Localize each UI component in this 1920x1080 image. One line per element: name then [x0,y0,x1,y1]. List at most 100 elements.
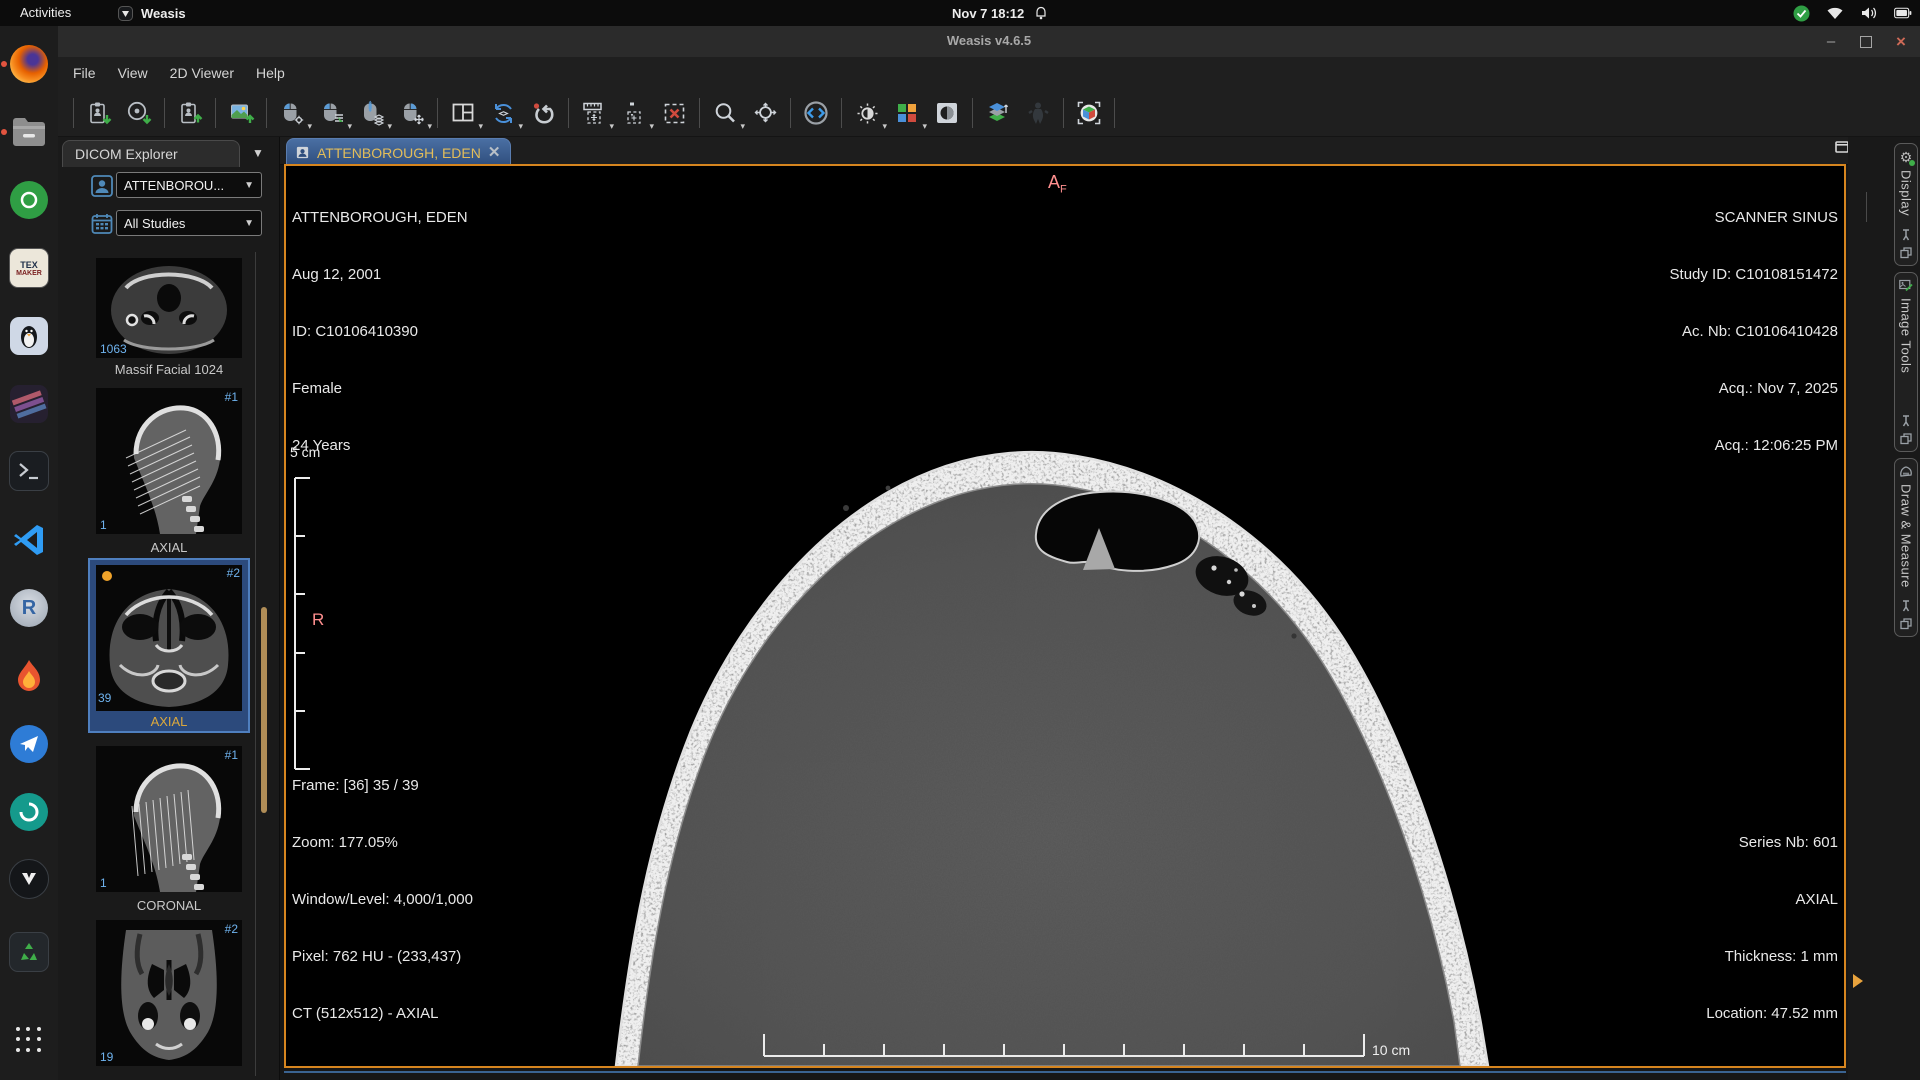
menu-help[interactable]: Help [245,57,296,90]
vertical-ruler-label: 5 cm [290,444,320,460]
menu-2d-viewer[interactable]: 2D Viewer [159,57,245,90]
thumbnail-image [96,746,242,892]
crosshair-button[interactable] [796,93,836,133]
thumbnail-series-badge: #1 [225,748,238,762]
mouse-middle-series-scroll-button[interactable] [352,93,392,133]
screen: Activities Weasis Nov 7 18:12 [0,0,1920,1080]
gnome-top-bar: Activities Weasis Nov 7 18:12 [0,0,1920,26]
orientation-marker-anterior: AF [1048,172,1067,196]
detach-window-icon [1900,618,1912,630]
export-image-button[interactable] [221,93,261,133]
window-titlebar[interactable]: Weasis v4.6.5 – × [58,26,1920,58]
dicom-explorer-header[interactable]: DICOM Explorer [62,140,240,167]
window-level-presets-button[interactable] [847,93,887,133]
texmaker-text: TEX [20,260,38,270]
dock-recycle-app-icon[interactable] [8,931,50,973]
menu-bar: File View 2D Viewer Help [58,57,1920,90]
tab-display[interactable]: ⚙ Display [1894,143,1918,266]
detach-window-icon [1900,247,1912,259]
tab-draw-measure[interactable]: Draw & Measure [1894,458,1918,637]
minimize-button[interactable]: – [1822,33,1840,51]
pin-icon [1900,229,1912,241]
menu-file[interactable]: File [62,57,107,90]
panel-expand-arrow-icon[interactable] [1853,974,1863,988]
tab-close-icon[interactable]: ✕ [488,146,501,160]
dock-stripes-app-icon[interactable] [8,383,50,425]
system-status-area[interactable] [1792,0,1912,26]
thumbnail-frame-count: 1 [100,876,107,890]
dock-tux-app-icon[interactable] [8,315,50,357]
measurement-tools-button[interactable] [574,93,614,133]
volume-icon [1860,4,1878,22]
thumbnail-frame-count: 19 [100,1050,113,1064]
explorer-scrollbar-track[interactable] [255,252,256,1076]
series-thumbnail[interactable]: #2 19 [96,920,242,1066]
panel-splitter-grip[interactable] [1866,192,1867,222]
studies-select[interactable]: All Studies▼ [116,210,262,236]
maximize-button[interactable] [1857,33,1875,51]
pin-icon [1900,415,1912,427]
layout-button[interactable] [443,93,483,133]
dock-firefox-icon[interactable] [8,43,50,85]
draw-tools-button[interactable] [614,93,654,133]
dock-files-icon[interactable] [8,111,50,153]
pan-view-button[interactable] [745,93,785,133]
patient-tab-icon [295,145,310,160]
lut-button[interactable] [887,93,927,133]
mouse-left-window-level-button[interactable] [272,93,312,133]
dock-teal-app-icon[interactable] [8,791,50,833]
patient-select[interactable]: ATTENBOROU...▼ [116,172,262,198]
dock-texmaker-icon[interactable]: TEX MAKER [8,247,50,289]
delete-measurements-button[interactable] [654,93,694,133]
patient-tab[interactable]: ATTENBOROUGH, EDEN ✕ [286,138,511,166]
dock-r-app-icon[interactable]: R [8,587,50,629]
dock-vscode-icon[interactable] [8,519,50,561]
detach-window-icon [1900,433,1912,445]
import-dicom-button[interactable] [79,93,119,133]
mouse-left-context-menu-button[interactable] [312,93,352,133]
series-thumbnail[interactable]: #1 1 [96,388,242,534]
mouse-right-pan-button[interactable] [392,93,432,133]
clock-menu[interactable]: Nov 7 18:12 [952,0,1050,26]
reset-button[interactable] [523,93,563,133]
thumbnail-image [96,920,242,1066]
dock-dark-v-app-icon[interactable] [8,858,50,900]
explorer-scrollbar-thumb[interactable] [261,607,267,813]
weasis-window: Weasis v4.6.5 – × File View 2D Viewer He… [58,26,1920,1080]
series-thumbnail-selected[interactable]: #2 39 AXIAL [88,558,250,733]
thumbnail-image [96,388,242,534]
synch-button[interactable] [483,93,523,133]
gear-icon: ⚙ [1900,150,1913,164]
zoom-button[interactable] [705,93,745,133]
series-thumbnail[interactable]: 1063 [96,258,242,358]
menu-view[interactable]: View [107,57,159,90]
series-thumbnail[interactable]: #1 1 [96,746,242,892]
focused-app-indicator[interactable]: Weasis [116,0,186,26]
volume-rendering-button[interactable] [1018,93,1058,133]
import-cd-button[interactable] [119,93,159,133]
tab-image-tools[interactable]: Image Tools [1894,272,1918,452]
maximize-glyph [1860,36,1872,48]
cube-3d-button[interactable] [1069,93,1109,133]
image-tools-icon [1899,279,1913,292]
calendar-icon [90,212,114,236]
dock-terminal-icon[interactable] [8,450,50,492]
ct-viewport[interactable]: ATTENBOROUGH, EDEN Aug 12, 2001 ID: C101… [284,164,1846,1068]
dock-green-app-icon[interactable] [8,179,50,221]
dock-blue-app-icon[interactable] [8,723,50,765]
mpr-3d-button[interactable] [978,93,1018,133]
dock-flame-app-icon[interactable] [8,655,50,697]
thumbnail-image [96,565,242,711]
horizontal-ruler-label: 10 cm [1372,1042,1410,1058]
orientation-marker-right: R [312,610,324,630]
viewer-tab-bar: ATTENBOROUGH, EDEN ✕ ▾ [280,137,1920,165]
invert-lut-button[interactable] [927,93,967,133]
thumbnail-frame-count: 1063 [100,342,127,356]
notification-dot [1,61,7,67]
dicom-explorer-panel: DICOM Explorer ▼ ATTENBOROU...▼ All Stud… [58,137,280,1080]
activities-button[interactable]: Activities [14,0,77,26]
close-button[interactable]: × [1892,33,1910,51]
explorer-menu-caret-icon[interactable]: ▼ [252,146,264,160]
export-dicom-button[interactable] [170,93,210,133]
dock-app-grid-icon[interactable] [8,1019,50,1061]
